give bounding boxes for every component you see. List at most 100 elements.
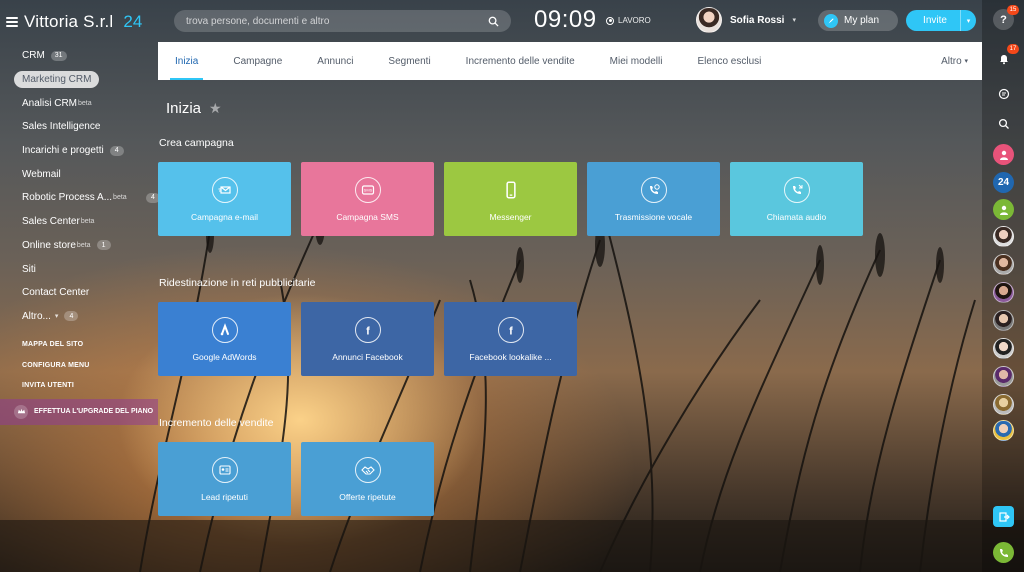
menu-item-label: Webmail: [22, 168, 61, 180]
upgrade-plan-button[interactable]: EFFETTUA L'UPGRADE DEL PIANO: [0, 398, 158, 425]
tile-label: Messenger: [489, 211, 532, 222]
tile-label: Trasmissione vocale: [614, 211, 693, 222]
tile-lead-ripetuti[interactable]: Lead ripetuti: [158, 442, 291, 516]
avatar[interactable]: [993, 338, 1014, 359]
page-title-text: Inizia: [166, 100, 202, 117]
menu-item-sales-center[interactable]: Sales Center beta: [0, 210, 158, 234]
avatar[interactable]: [993, 226, 1014, 247]
menu-item-crm[interactable]: CRM 31: [0, 44, 158, 68]
right-rail: ? 15 17 24: [982, 0, 1024, 572]
tile-campagna-sms[interactable]: SMS Campagna SMS: [301, 162, 434, 236]
beta-tag: beta: [76, 241, 91, 249]
menu-item-marketing-crm[interactable]: Marketing CRM: [0, 68, 158, 92]
work-status[interactable]: LAVORO: [606, 16, 651, 25]
menu-item-analisi-crm[interactable]: Analisi CRM beta: [0, 91, 158, 115]
menu-item-contact-center[interactable]: Contact Center: [0, 281, 158, 305]
work-status-icon: [606, 16, 614, 25]
tab-elenco-esclusi[interactable]: Elenco esclusi: [686, 42, 772, 80]
tile-facebook-lookalike[interactable]: f Facebook lookalike ...: [444, 302, 577, 376]
star-icon[interactable]: ★: [209, 100, 222, 117]
email-icon: [211, 176, 238, 203]
facebook-icon: f: [354, 316, 381, 343]
chevron-down-icon: ▾: [54, 313, 59, 321]
lead-icon: [211, 456, 238, 483]
tile-google-adwords[interactable]: Google AdWords: [158, 302, 291, 376]
user-menu[interactable]: Sofia Rossi ▾: [696, 7, 796, 33]
notifications-button[interactable]: 17: [993, 44, 1019, 69]
exit-icon: [998, 511, 1010, 522]
tab-annunci[interactable]: Annunci: [306, 42, 364, 80]
phone-call-icon: [999, 548, 1008, 557]
contact-green-button[interactable]: [993, 199, 1014, 220]
tile-trasmissione-vocale[interactable]: Trasmissione vocale: [587, 162, 720, 236]
avatar[interactable]: [993, 394, 1014, 415]
tab-altro-label: Altro: [941, 55, 962, 67]
avatar[interactable]: [993, 282, 1014, 303]
search-bar[interactable]: [174, 10, 511, 32]
avatar[interactable]: [993, 310, 1014, 331]
menu-item-label: Contact Center: [22, 287, 90, 299]
chevron-down-icon[interactable]: ▾: [792, 16, 796, 24]
menu-item-label: Robotic Process A...: [22, 192, 113, 204]
invite-users-link[interactable]: INVITA UTENTI: [0, 375, 158, 396]
tile-offerte-ripetute[interactable]: Offerte ripetute: [301, 442, 434, 516]
tab-miei-modelli[interactable]: Miei modelli: [599, 42, 674, 80]
beta-tag: beta: [80, 218, 95, 226]
chevron-down-icon: ▾: [964, 58, 968, 65]
tile-label: Chiamata audio: [766, 211, 827, 222]
my-plan-button[interactable]: My plan: [818, 10, 898, 31]
telephony-button[interactable]: [993, 542, 1014, 563]
open-channels-button[interactable]: [993, 506, 1014, 527]
tile-label: Campagna e-mail: [190, 211, 259, 222]
svg-text:f: f: [509, 325, 513, 337]
sitemap-link[interactable]: MAPPA DEL SITO: [0, 334, 158, 355]
adwords-icon: [211, 316, 238, 343]
configure-menu-link[interactable]: CONFIGURA MENU: [0, 355, 158, 376]
tile-label: Annunci Facebook: [332, 351, 403, 362]
tile-label: Offerte ripetute: [339, 491, 396, 502]
my-plan-label: My plan: [844, 15, 880, 26]
tab-incremento-vendite[interactable]: Incremento delle vendite: [455, 42, 586, 80]
search-icon[interactable]: [488, 16, 499, 27]
handshake-icon: [354, 456, 381, 483]
top-tabs: Inizia Campagne Annunci Segmenti Increme…: [158, 42, 982, 80]
menu-item-incarichi[interactable]: Incarichi e progetti 4: [0, 139, 158, 163]
help-button[interactable]: ? 15: [993, 5, 1019, 30]
invite-button[interactable]: Invite ▾: [906, 10, 976, 31]
menu-item-robotic-process[interactable]: Robotic Process A... beta 4: [0, 186, 160, 210]
chat-button[interactable]: [993, 83, 1014, 104]
menu-item-label: Sales Center: [22, 216, 80, 228]
bitrix24-label: 24: [997, 177, 1010, 188]
menu-burger-icon[interactable]: [6, 17, 18, 27]
tile-chiamata-audio[interactable]: Chiamata audio: [730, 162, 863, 236]
menu-item-siti[interactable]: Siti: [0, 257, 158, 281]
tab-campagne[interactable]: Campagne: [222, 42, 293, 80]
search-input[interactable]: [186, 15, 488, 27]
company-name[interactable]: Vittoria S.r.l: [24, 12, 113, 32]
avatar[interactable]: [696, 7, 722, 33]
bitrix24-button[interactable]: 24: [993, 172, 1014, 193]
rail-search-button[interactable]: [993, 113, 1014, 134]
avatar[interactable]: [993, 254, 1014, 275]
contact-pink-button[interactable]: [993, 144, 1014, 165]
clock[interactable]: 09:09: [534, 6, 597, 34]
svg-text:f: f: [366, 325, 370, 337]
work-status-label: LAVORO: [618, 16, 651, 25]
menu-item-altro[interactable]: Altro... ▾ 4: [0, 305, 158, 329]
tab-altro[interactable]: Altro ▾: [941, 42, 968, 80]
menu-item-webmail[interactable]: Webmail: [0, 162, 158, 186]
avatar[interactable]: [993, 366, 1014, 387]
tile-campagna-email[interactable]: Campagna e-mail: [158, 162, 291, 236]
invite-dropdown-icon[interactable]: ▾: [960, 10, 976, 31]
left-menu: CRM 31 Marketing CRM Analisi CRM beta Sale…: [0, 44, 160, 425]
avatar[interactable]: [993, 420, 1014, 441]
tile-annunci-facebook[interactable]: f Annunci Facebook: [301, 302, 434, 376]
tile-label: Lead ripetuti: [201, 491, 248, 502]
user-name[interactable]: Sofia Rossi: [730, 15, 784, 26]
tile-messenger[interactable]: Messenger: [444, 162, 577, 236]
menu-item-online-store[interactable]: Online store beta 1: [0, 234, 158, 258]
tab-inizia[interactable]: Inizia: [164, 42, 209, 80]
tab-segmenti[interactable]: Segmenti: [377, 42, 441, 80]
menu-item-label: Altro...: [22, 310, 51, 322]
menu-item-sales-intelligence[interactable]: Sales Intelligence: [0, 115, 158, 139]
